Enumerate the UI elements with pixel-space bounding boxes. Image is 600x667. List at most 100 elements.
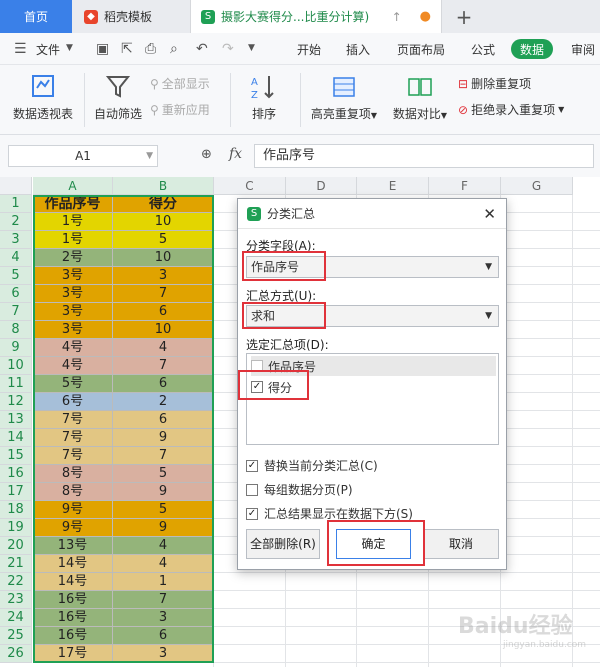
cancel-button[interactable]: 取消 bbox=[423, 529, 499, 559]
row-header[interactable]: 9 bbox=[0, 339, 32, 357]
row-header[interactable]: 4 bbox=[0, 249, 32, 267]
table-cell[interactable]: 4 bbox=[113, 555, 214, 573]
column-header-b[interactable]: B bbox=[113, 177, 214, 195]
remove-all-button[interactable]: 全部删除(R) bbox=[246, 529, 320, 559]
row-header[interactable]: 17 bbox=[0, 483, 32, 501]
table-cell[interactable]: 9 bbox=[113, 429, 214, 447]
checkbox-checked[interactable]: ✓ bbox=[246, 459, 258, 472]
menu-file[interactable]: 文件 bbox=[36, 33, 60, 65]
table-cell[interactable]: 3号 bbox=[33, 321, 113, 339]
table-cell[interactable]: 16号 bbox=[33, 591, 113, 609]
table-cell[interactable]: 3号 bbox=[33, 267, 113, 285]
row-header[interactable]: 20 bbox=[0, 537, 32, 555]
menu-home[interactable]: 开始 bbox=[297, 33, 321, 65]
menu-review[interactable]: 审阅 bbox=[571, 33, 595, 65]
ok-button[interactable]: 确定 bbox=[336, 529, 411, 559]
sort-button[interactable]: AZ 排序 bbox=[237, 73, 291, 122]
table-cell[interactable]: 4 bbox=[113, 537, 214, 555]
table-cell[interactable]: 16号 bbox=[33, 609, 113, 627]
table-cell[interactable]: 1号 bbox=[33, 213, 113, 231]
delete-duplicates-button[interactable]: ⊟ 删除重复项 bbox=[458, 75, 531, 92]
table-cell[interactable]: 7 bbox=[113, 357, 214, 375]
table-cell[interactable]: 13号 bbox=[33, 537, 113, 555]
option-page-break[interactable]: 每组数据分页(P) bbox=[246, 481, 353, 498]
column-header-g[interactable]: G bbox=[501, 177, 573, 195]
table-cell[interactable]: 6号 bbox=[33, 393, 113, 411]
table-cell[interactable]: 7号 bbox=[33, 411, 113, 429]
row-header[interactable]: 23 bbox=[0, 591, 32, 609]
checkbox[interactable] bbox=[246, 483, 258, 496]
checkbox-checked[interactable]: ✓ bbox=[251, 381, 263, 393]
column-header-d[interactable]: D bbox=[286, 177, 357, 195]
table-cell[interactable]: 16号 bbox=[33, 627, 113, 645]
upload-icon[interactable]: ↑ bbox=[392, 10, 402, 24]
row-header[interactable]: 2 bbox=[0, 213, 32, 231]
menu-formula[interactable]: 公式 bbox=[471, 33, 495, 65]
tab-home[interactable]: 首页 bbox=[0, 0, 72, 33]
option-replace[interactable]: ✓ 替换当前分类汇总(C) bbox=[246, 457, 378, 474]
table-cell[interactable]: 7 bbox=[113, 285, 214, 303]
reapply-button[interactable]: ⚲ 重新应用 bbox=[150, 101, 210, 118]
column-header-f[interactable]: F bbox=[429, 177, 501, 195]
column-header-e[interactable]: E bbox=[357, 177, 429, 195]
header-cell[interactable]: 得分 bbox=[113, 195, 214, 213]
column-header-c[interactable]: C bbox=[214, 177, 286, 195]
menu-data[interactable]: 数据 bbox=[511, 39, 554, 59]
menu-page-layout[interactable]: 页面布局 bbox=[397, 33, 445, 65]
table-cell[interactable]: 10 bbox=[113, 249, 214, 267]
table-cell[interactable]: 2号 bbox=[33, 249, 113, 267]
more-chevron-icon[interactable]: ▼ bbox=[248, 43, 255, 53]
highlight-duplicates-button[interactable]: 高亮重复项▼ bbox=[306, 73, 382, 122]
group-field-select[interactable]: 作品序号 ▼ bbox=[246, 256, 499, 278]
row-header[interactable]: 13 bbox=[0, 411, 32, 429]
table-cell[interactable]: 9号 bbox=[33, 519, 113, 537]
header-cell[interactable]: 作品序号 bbox=[33, 195, 113, 213]
table-cell[interactable]: 3 bbox=[113, 645, 214, 663]
autofilter-button[interactable]: 自动筛选 bbox=[92, 73, 144, 122]
table-cell[interactable]: 5 bbox=[113, 465, 214, 483]
row-header[interactable]: 15 bbox=[0, 447, 32, 465]
table-cell[interactable]: 7号 bbox=[33, 429, 113, 447]
tab-template[interactable]: ◆ 稻壳模板 bbox=[72, 0, 188, 33]
close-icon[interactable]: ✕ bbox=[483, 205, 496, 223]
row-header[interactable]: 25 bbox=[0, 627, 32, 645]
name-box[interactable]: A1 ▼ bbox=[8, 145, 158, 167]
select-all-corner[interactable] bbox=[0, 177, 32, 195]
table-cell[interactable]: 5号 bbox=[33, 375, 113, 393]
table-cell[interactable]: 8号 bbox=[33, 465, 113, 483]
row-header[interactable]: 10 bbox=[0, 357, 32, 375]
table-cell[interactable]: 7 bbox=[113, 447, 214, 465]
table-cell[interactable]: 1号 bbox=[33, 231, 113, 249]
table-cell[interactable]: 4号 bbox=[33, 357, 113, 375]
table-cell[interactable]: 14号 bbox=[33, 555, 113, 573]
option-summary-below[interactable]: ✓ 汇总结果显示在数据下方(S) bbox=[246, 505, 413, 522]
print-icon[interactable]: ⎙ bbox=[145, 41, 156, 57]
table-cell[interactable]: 4 bbox=[113, 339, 214, 357]
checkbox-checked[interactable]: ✓ bbox=[246, 507, 258, 520]
zoom-search-icon[interactable]: ⊕ bbox=[201, 147, 212, 162]
undo-icon[interactable]: ↶ bbox=[196, 41, 208, 57]
table-cell[interactable]: 7 bbox=[113, 591, 214, 609]
table-cell[interactable]: 9 bbox=[113, 519, 214, 537]
row-header[interactable]: 26 bbox=[0, 645, 32, 663]
row-header[interactable]: 19 bbox=[0, 519, 32, 537]
show-all-button[interactable]: ⚲ 全部显示 bbox=[150, 75, 210, 92]
column-header-a[interactable]: A bbox=[33, 177, 113, 195]
reject-duplicates-button[interactable]: ⊘ 拒绝录入重复项 ▼ bbox=[458, 101, 564, 118]
row-header[interactable]: 12 bbox=[0, 393, 32, 411]
export-icon[interactable]: ⇱ bbox=[121, 41, 133, 57]
new-tab-button[interactable]: + bbox=[450, 0, 478, 33]
table-cell[interactable]: 8号 bbox=[33, 483, 113, 501]
row-header[interactable]: 3 bbox=[0, 231, 32, 249]
save-icon[interactable]: ▣ bbox=[96, 41, 109, 57]
row-header[interactable]: 18 bbox=[0, 501, 32, 519]
table-cell[interactable]: 6 bbox=[113, 375, 214, 393]
row-header[interactable]: 7 bbox=[0, 303, 32, 321]
table-cell[interactable]: 9 bbox=[113, 483, 214, 501]
summary-function-select[interactable]: 求和 ▼ bbox=[246, 305, 499, 327]
formula-input[interactable]: 作品序号 bbox=[254, 144, 594, 168]
table-cell[interactable]: 3 bbox=[113, 267, 214, 285]
table-cell[interactable]: 1 bbox=[113, 573, 214, 591]
row-header[interactable]: 21 bbox=[0, 555, 32, 573]
pivot-table-button[interactable]: 数据透视表 bbox=[10, 73, 76, 122]
